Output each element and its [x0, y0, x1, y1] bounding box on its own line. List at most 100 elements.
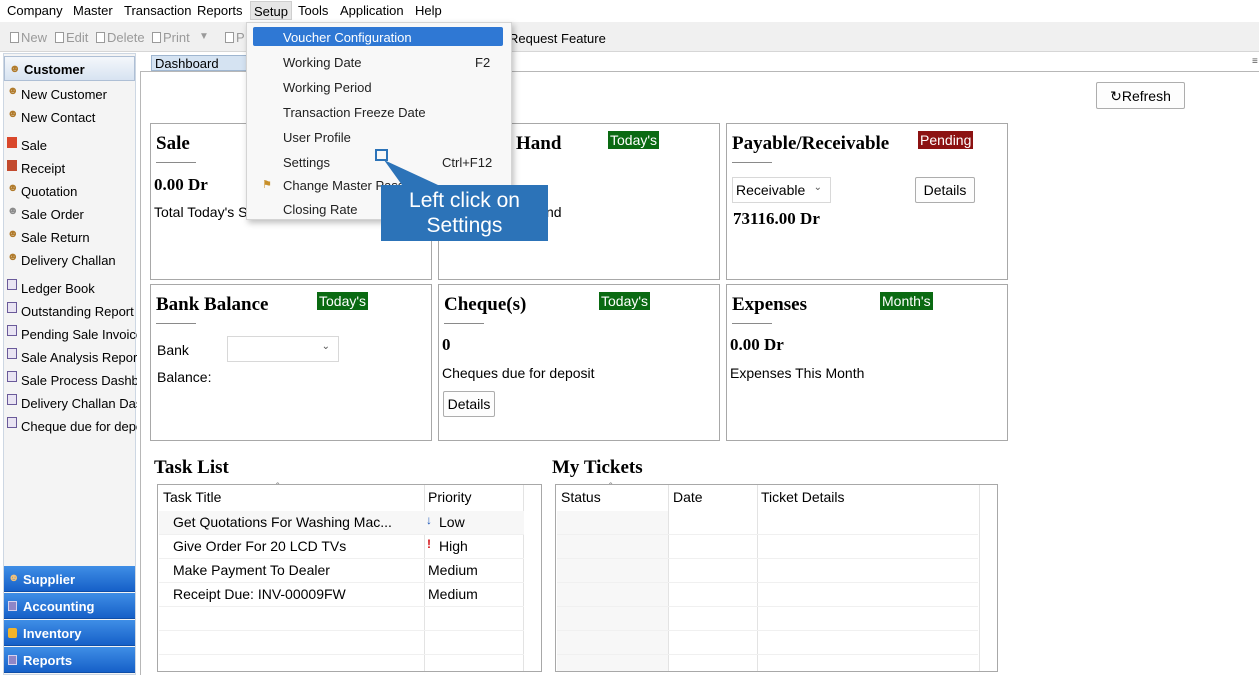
- payable-card-badge: Pending: [918, 131, 974, 149]
- sidebar-item-pending-sale-invoices[interactable]: Pending Sale Invoices: [21, 327, 137, 342]
- quotation-icon: ☻: [7, 182, 19, 194]
- sidebar-item-new-contact[interactable]: New Contact: [21, 110, 137, 125]
- sidebar-item-delivery-challan[interactable]: Delivery Challan: [21, 253, 137, 268]
- expenses-card-underline: [732, 323, 772, 324]
- menu-application[interactable]: Application: [340, 3, 404, 18]
- ticket-details-header[interactable]: Ticket Details: [761, 489, 845, 505]
- bank-balance-card: Bank Balance Today's Bank ⌄ Balance:: [150, 284, 432, 441]
- menu-setup[interactable]: Setup: [250, 1, 292, 20]
- menu-reports[interactable]: Reports: [197, 3, 243, 18]
- table-row[interactable]: Give Order For 20 LCD TVs ! High: [159, 535, 524, 559]
- print-dropdown-icon[interactable]: ▼: [199, 31, 209, 42]
- task-title: Make Payment To Dealer: [173, 562, 330, 578]
- new-button[interactable]: New: [10, 30, 47, 45]
- bank-card-underline: [156, 323, 196, 324]
- table-row[interactable]: Get Quotations For Washing Mac... ↓ Low: [159, 511, 524, 535]
- sidebar-item-outstanding-report[interactable]: Outstanding Report: [21, 304, 137, 319]
- sidebar-group-inventory-label: Inventory: [23, 626, 82, 641]
- sidebar-group-inventory[interactable]: Inventory: [4, 620, 135, 646]
- task-list-title: Task List: [154, 457, 229, 478]
- sidebar-header-label: Customer: [24, 62, 85, 77]
- tab-overflow-icon[interactable]: ≡: [1252, 56, 1258, 67]
- receivable-select[interactable]: Receivable ⌄: [732, 177, 831, 203]
- empty-row: [159, 631, 524, 655]
- cash-card-title: Hand: [516, 133, 562, 154]
- sidebar-item-new-customer[interactable]: New Customer: [21, 87, 137, 102]
- payable-card-title: Payable/Receivable: [732, 133, 890, 154]
- toolbar-p-button[interactable]: P: [225, 30, 245, 45]
- ledger-book-icon: [7, 279, 17, 290]
- payable-details-button[interactable]: Details: [915, 177, 975, 203]
- sidebar-header-customer[interactable]: ☻ Customer: [4, 56, 135, 81]
- inventory-icon: [8, 628, 17, 638]
- print-button[interactable]: Print: [152, 30, 190, 45]
- table-row[interactable]: Receipt Due: INV-00009FW Medium: [159, 583, 524, 607]
- sidebar-item-sale-process-dashboard[interactable]: Sale Process Dashboa: [21, 373, 137, 388]
- refresh-button[interactable]: ↻Refresh: [1096, 82, 1185, 109]
- receivable-amount: 73116.00 Dr: [733, 209, 820, 228]
- cheque-card-underline: [444, 323, 484, 324]
- payable-receivable-card: Payable/Receivable Pending Receivable ⌄ …: [726, 123, 1008, 280]
- menu-item-working-date[interactable]: Working Date: [283, 55, 362, 70]
- menu-tools[interactable]: Tools: [298, 3, 328, 18]
- menu-item-user-profile[interactable]: User Profile: [283, 130, 351, 145]
- callout-line-1: Left click on: [409, 189, 520, 212]
- receivable-select-value: Receivable: [736, 182, 806, 198]
- my-tickets-title: My Tickets: [552, 457, 643, 478]
- cheque-amount: 0: [442, 335, 451, 354]
- cheque-card-title: Cheque(s): [444, 294, 527, 315]
- p-label: P: [236, 30, 245, 45]
- sale-amount: 0.00 Dr: [154, 175, 208, 194]
- menu-company[interactable]: Company: [7, 3, 63, 18]
- expenses-card: Expenses Month's 0.00 Dr Expenses This M…: [726, 284, 1008, 441]
- expenses-amount: 0.00 Dr: [730, 335, 784, 354]
- supplier-icon: ☻: [8, 572, 20, 584]
- sidebar-group-accounting[interactable]: Accounting: [4, 593, 135, 619]
- menu-bar: Company Master Transaction Reports Setup…: [0, 0, 1259, 22]
- print-label: Print: [163, 30, 190, 45]
- toolbar: New Edit Delete Print ▼ P Request Featur…: [0, 22, 1259, 52]
- task-title: Get Quotations For Washing Mac...: [173, 514, 392, 530]
- sidebar-item-sale-return[interactable]: Sale Return: [21, 230, 137, 245]
- menu-item-working-period[interactable]: Working Period: [283, 80, 372, 95]
- expenses-card-badge: Month's: [880, 292, 933, 310]
- menu-item-voucher-configuration[interactable]: Voucher Configuration: [283, 30, 412, 45]
- bank-label: Bank: [157, 342, 189, 358]
- request-feature-button[interactable]: Request Feature: [509, 31, 606, 46]
- menu-item-settings[interactable]: Settings: [283, 155, 330, 170]
- sidebar-item-sale-analysis-report[interactable]: Sale Analysis Report: [21, 350, 137, 365]
- cheque-details-button[interactable]: Details: [443, 391, 495, 417]
- sale-return-icon: ☻: [7, 228, 19, 240]
- sidebar-item-receipt[interactable]: Receipt: [21, 161, 137, 176]
- menu-transaction[interactable]: Transaction: [124, 3, 191, 18]
- sidebar-item-sale-order[interactable]: Sale Order: [21, 207, 137, 222]
- sidebar-item-quotation[interactable]: Quotation: [21, 184, 137, 199]
- sidebar-item-delivery-challan-dashboard[interactable]: Delivery Challan Dashl: [21, 396, 137, 411]
- table-row[interactable]: Make Payment To Dealer Medium: [159, 559, 524, 583]
- empty-row: [557, 631, 978, 655]
- sidebar-group-reports[interactable]: Reports: [4, 647, 135, 673]
- customer-icon: ☻: [9, 63, 21, 75]
- date-header[interactable]: Date: [673, 489, 703, 505]
- menu-item-closing-rate[interactable]: Closing Rate: [283, 202, 357, 217]
- menu-help[interactable]: Help: [415, 3, 442, 18]
- priority-header[interactable]: Priority: [428, 489, 472, 505]
- delete-button[interactable]: Delete: [96, 30, 145, 45]
- sale-analysis-report-icon: [7, 348, 17, 359]
- tab-dashboard[interactable]: Dashboard: [151, 55, 247, 71]
- expenses-card-text: Expenses This Month: [730, 365, 865, 381]
- edit-button[interactable]: Edit: [55, 30, 88, 45]
- task-title-header[interactable]: Task Title: [163, 489, 221, 505]
- sidebar-item-sale[interactable]: Sale: [21, 138, 137, 153]
- sidebar-group-supplier[interactable]: ☻ Supplier: [4, 566, 135, 592]
- menu-item-transaction-freeze-date[interactable]: Transaction Freeze Date: [283, 105, 426, 120]
- bank-select[interactable]: ⌄: [227, 336, 339, 362]
- pending-sale-invoices-icon: [7, 325, 17, 336]
- menu-master[interactable]: Master: [73, 3, 113, 18]
- status-header[interactable]: Status: [561, 489, 601, 505]
- sidebar-item-cheque-due[interactable]: Cheque due for depo:: [21, 419, 137, 434]
- sidebar-item-ledger-book[interactable]: Ledger Book: [21, 281, 137, 296]
- task-title: Receipt Due: INV-00009FW: [173, 586, 346, 602]
- refresh-icon: ↻: [1110, 88, 1122, 104]
- expenses-card-title: Expenses: [732, 294, 807, 315]
